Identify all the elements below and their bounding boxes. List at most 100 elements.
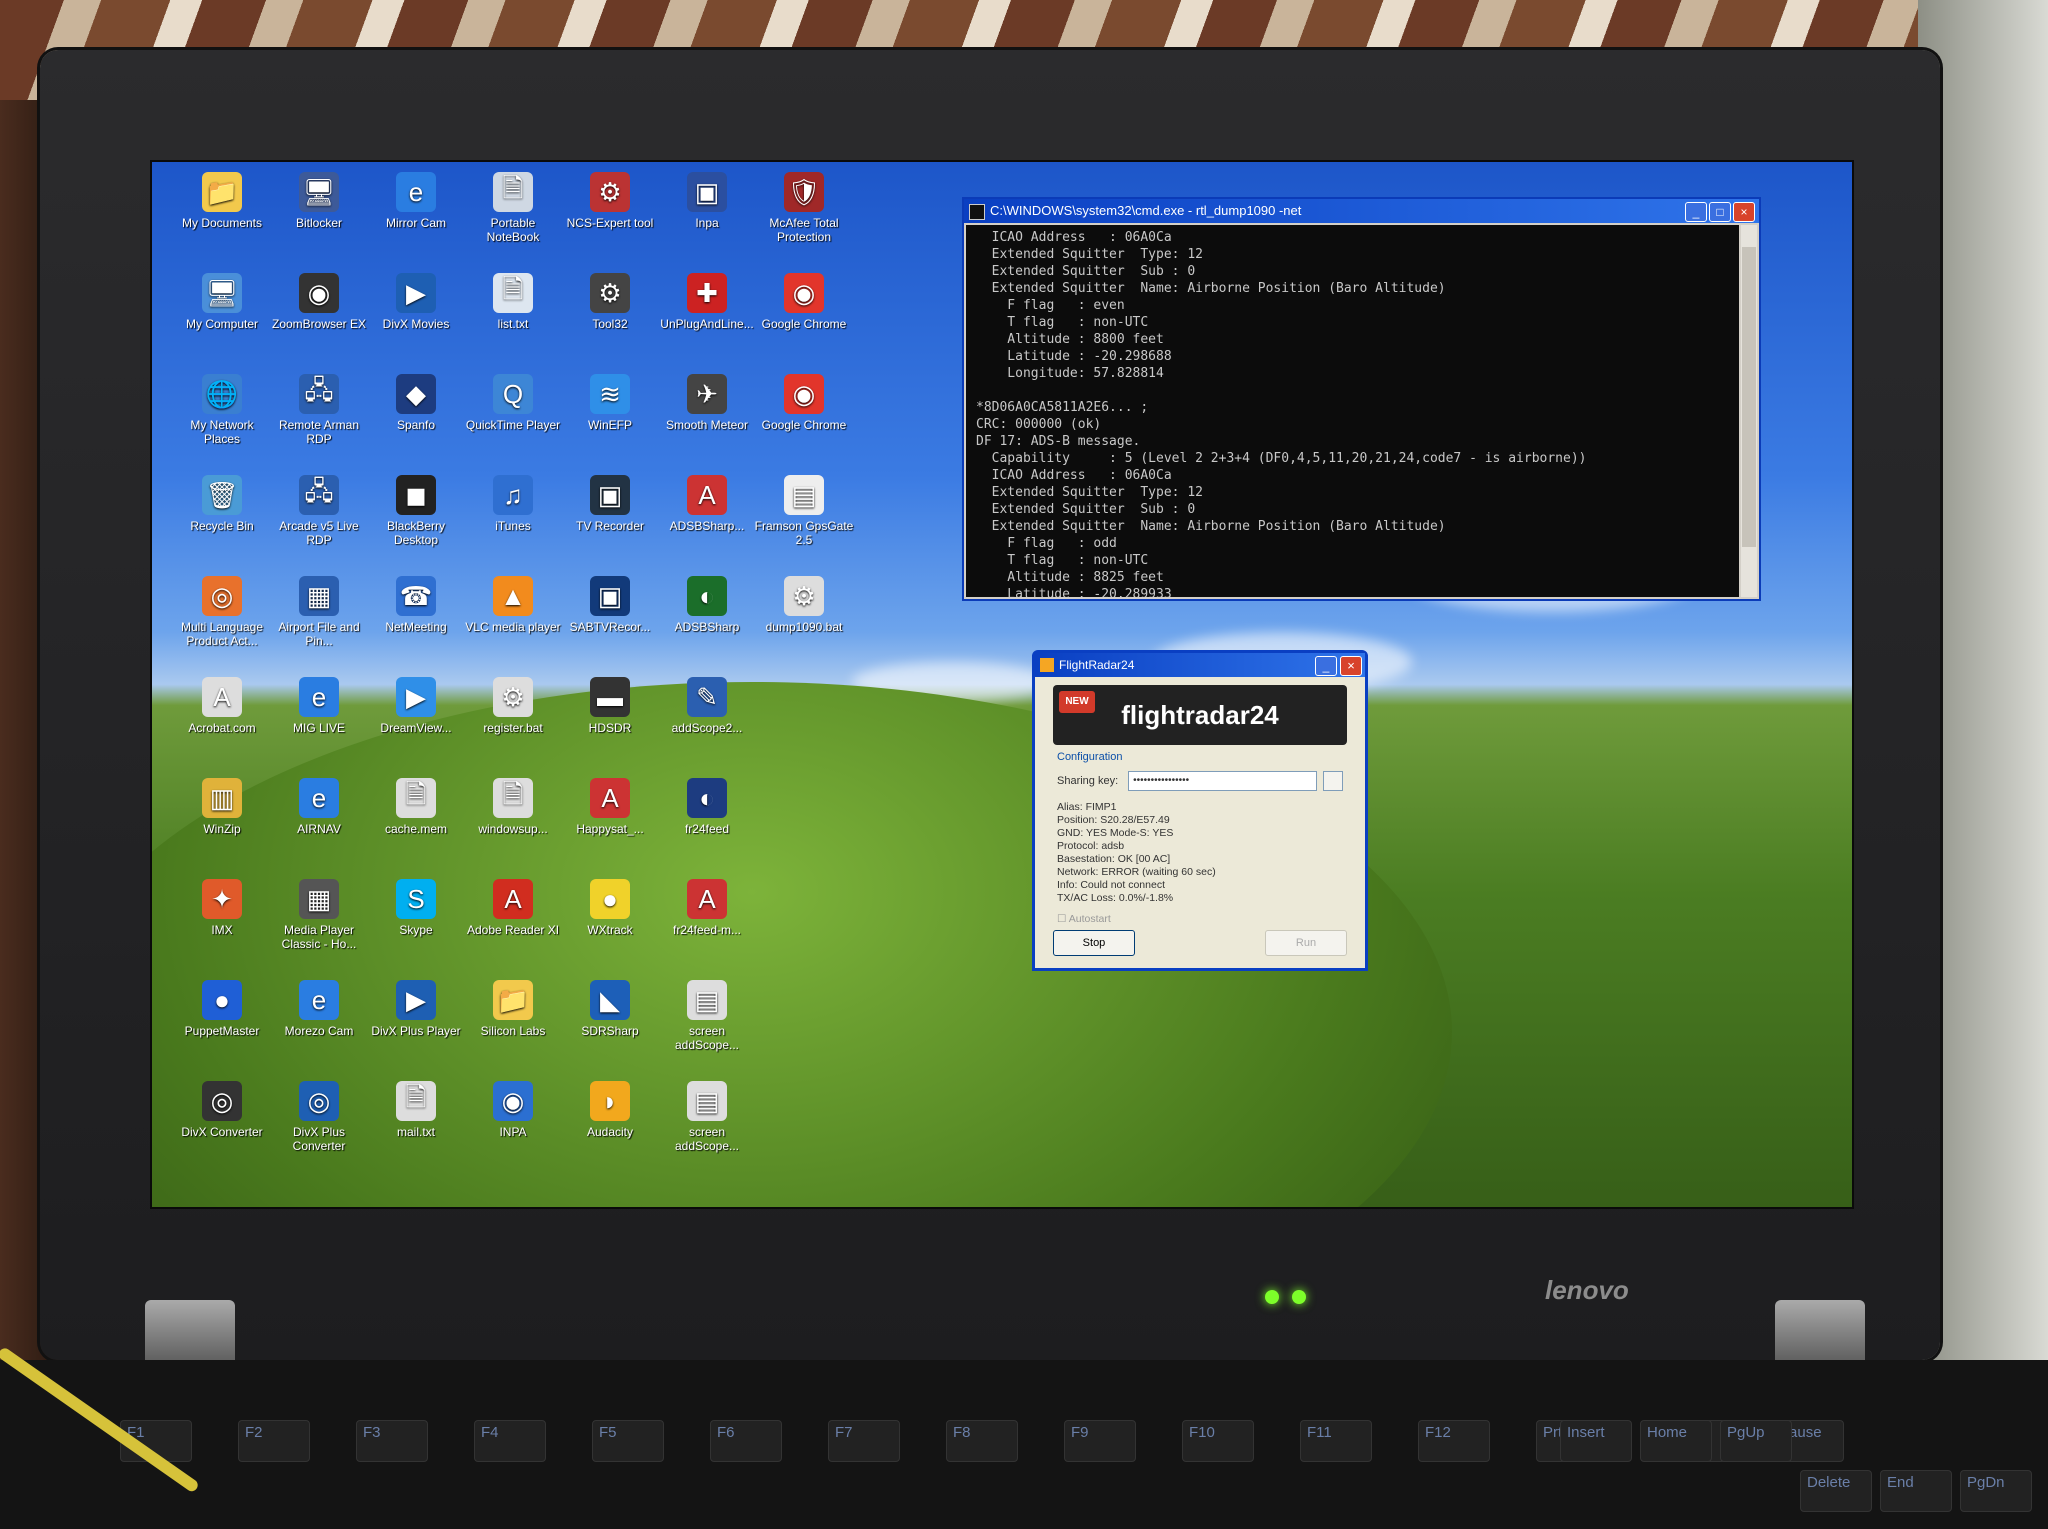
sharing-key-input[interactable]: •••••••••••••••• [1128, 771, 1317, 791]
desktop-icon[interactable]: ♫ iTunes [463, 475, 563, 533]
desktop-icon[interactable]: ▦ Airport File and Pin... [269, 576, 369, 648]
keyboard-key[interactable]: F12 [1418, 1420, 1490, 1462]
desktop-icon[interactable]: 🗎 list.txt [463, 273, 563, 331]
desktop-icon[interactable]: ◎ DivX Plus Converter [269, 1081, 369, 1153]
keyboard-key[interactable]: PgUp [1720, 1420, 1792, 1462]
desktop-icon[interactable]: ⚙ Tool32 [560, 273, 660, 331]
desktop-icon[interactable]: ✦ IMX [172, 879, 272, 937]
desktop-icon[interactable]: ◐ ADSBSharp [657, 576, 757, 634]
desktop-icon[interactable]: ▤ Framson GpsGate 2.5 [754, 475, 854, 547]
desktop-icon[interactable]: 🗑 Recycle Bin [172, 475, 272, 533]
desktop-icon[interactable]: ⚙ register.bat [463, 677, 563, 735]
desktop-icon[interactable]: 🗎 Portable NoteBook [463, 172, 563, 244]
desktop-icon[interactable]: Q QuickTime Player [463, 374, 563, 432]
desktop-icon[interactable]: ✎ addScope2... [657, 677, 757, 735]
desktop-icon[interactable]: ◣ SDRSharp [560, 980, 660, 1038]
minimize-icon[interactable]: _ [1315, 656, 1337, 676]
desktop-icon[interactable]: ▣ SABTVRecor... [560, 576, 660, 634]
desktop-icon[interactable]: ▦ Media Player Classic - Ho... [269, 879, 369, 951]
desktop-icon[interactable]: A Happysat_... [560, 778, 660, 836]
keyboard-key[interactable]: F8 [946, 1420, 1018, 1462]
desktop-icon[interactable]: ◉ ZoomBrowser EX [269, 273, 369, 331]
keyboard-key[interactable]: F4 [474, 1420, 546, 1462]
desktop-icon[interactable]: 🖧 Remote Arman RDP [269, 374, 369, 446]
console-window[interactable]: C:\WINDOWS\system32\cmd.exe - rtl_dump10… [962, 197, 1761, 601]
desktop-icon[interactable]: A ADSBSharp... [657, 475, 757, 533]
desktop-icon[interactable]: A Adobe Reader XI [463, 879, 563, 937]
desktop-icon[interactable]: ⚙ dump1090.bat [754, 576, 854, 634]
desktop-icon[interactable]: 🖥 My Computer [172, 273, 272, 331]
sharing-key-button[interactable] [1323, 771, 1343, 791]
desktop-icon[interactable]: ◉ Google Chrome [754, 273, 854, 331]
desktop-icon[interactable]: ◐ fr24feed [657, 778, 757, 836]
maximize-icon[interactable]: □ [1709, 202, 1731, 222]
desktop-icon[interactable]: 📁 Silicon Labs [463, 980, 563, 1038]
keyboard-key[interactable]: PgDn [1960, 1470, 2032, 1512]
desktop-icon[interactable]: e Morezo Cam [269, 980, 369, 1038]
close-icon[interactable]: × [1733, 202, 1755, 222]
desktop-icon[interactable]: ▣ TV Recorder [560, 475, 660, 533]
desktop-icon[interactable]: ◗ Audacity [560, 1081, 660, 1139]
desktop-icon[interactable]: 🗎 windowsup... [463, 778, 563, 836]
keyboard-key[interactable]: F9 [1064, 1420, 1136, 1462]
run-button[interactable]: Run [1265, 930, 1347, 956]
desktop-icon[interactable]: ▶ DivX Movies [366, 273, 466, 331]
configuration-link[interactable]: Configuration [1035, 749, 1365, 765]
keyboard-key[interactable]: Insert [1560, 1420, 1632, 1462]
keyboard-key[interactable]: End [1880, 1470, 1952, 1512]
minimize-icon[interactable]: _ [1685, 202, 1707, 222]
keyboard-key[interactable]: F2 [238, 1420, 310, 1462]
desktop-icon[interactable]: 🖥 Bitlocker [269, 172, 369, 230]
desktop-icon[interactable]: 🛡 McAfee Total Protection [754, 172, 854, 244]
keyboard-key[interactable]: F10 [1182, 1420, 1254, 1462]
desktop-icon[interactable]: ▣ Inpa [657, 172, 757, 230]
desktop-icon[interactable]: ▤ screen addScope... [657, 1081, 757, 1153]
keyboard-key[interactable]: F3 [356, 1420, 428, 1462]
desktop-icon[interactable]: ◎ DivX Converter [172, 1081, 272, 1139]
desktop-icon[interactable]: 📁 My Documents [172, 172, 272, 230]
desktop-icon[interactable]: ◼ BlackBerry Desktop [366, 475, 466, 547]
desktop-icon[interactable]: 🌐 My Network Places [172, 374, 272, 446]
desktop-icon[interactable]: A Acrobat.com [172, 677, 272, 735]
desktop-icon[interactable]: ✈ Smooth Meteor [657, 374, 757, 432]
keyboard-key[interactable]: F5 [592, 1420, 664, 1462]
desktop-icon[interactable]: 🗎 cache.mem [366, 778, 466, 836]
desktop-icon[interactable]: ◉ INPA [463, 1081, 563, 1139]
desktop-icon[interactable]: e AIRNAV [269, 778, 369, 836]
desktop-icon[interactable]: ▤ screen addScope... [657, 980, 757, 1052]
keyboard-key[interactable]: F6 [710, 1420, 782, 1462]
stop-button[interactable]: Stop [1053, 930, 1135, 956]
desktop-icon[interactable]: e Mirror Cam [366, 172, 466, 230]
flightradar-window[interactable]: FlightRadar24 _ × NEW flightradar24 Conf… [1032, 650, 1368, 971]
desktop-icon[interactable]: ● PuppetMaster [172, 980, 272, 1038]
desktop-icon[interactable]: Afr24feed-m... [657, 879, 757, 937]
desktop-icon[interactable]: 🗎 mail.txt [366, 1081, 466, 1139]
flightradar-titlebar[interactable]: FlightRadar24 _ × [1035, 653, 1365, 677]
console-scrollbar[interactable] [1741, 225, 1757, 597]
desktop-icon[interactable]: ◉ Google Chrome [754, 374, 854, 432]
desktop-icon[interactable]: ✚ UnPlugAndLine... [657, 273, 757, 331]
desktop-icon[interactable]: ⚙ NCS-Expert tool [560, 172, 660, 230]
desktop-icon[interactable]: S Skype [366, 879, 466, 937]
keyboard-key[interactable]: F11 [1300, 1420, 1372, 1462]
desktop-icon[interactable]: ● WXtrack [560, 879, 660, 937]
keyboard-key[interactable]: Home [1640, 1420, 1712, 1462]
desktop-icon[interactable]: ◆ Spanfo [366, 374, 466, 432]
desktop-icon[interactable]: 🖧 Arcade v5 Live RDP [269, 475, 369, 547]
console-titlebar[interactable]: C:\WINDOWS\system32\cmd.exe - rtl_dump10… [964, 199, 1759, 223]
desktop-icon[interactable]: ▶ DivX Plus Player [366, 980, 466, 1038]
keyboard-key[interactable]: Delete [1800, 1470, 1872, 1512]
scroll-thumb[interactable] [1742, 247, 1756, 547]
close-icon[interactable]: × [1340, 656, 1362, 676]
app-icon: A [493, 879, 533, 919]
desktop-icon[interactable]: ◎ Multi Language Product Act... [172, 576, 272, 648]
desktop-icon[interactable]: ▬ HDSDR [560, 677, 660, 735]
desktop-icon[interactable]: ≋ WinEFP [560, 374, 660, 432]
desktop-icon[interactable]: ▶ DreamView... [366, 677, 466, 735]
desktop-icon[interactable]: ▲ VLC media player [463, 576, 563, 634]
desktop-icon[interactable]: ☎ NetMeeting [366, 576, 466, 634]
autostart-checkbox[interactable]: ☐ Autostart [1035, 909, 1365, 929]
keyboard-key[interactable]: F7 [828, 1420, 900, 1462]
desktop-icon[interactable]: e MIG LIVE [269, 677, 369, 735]
desktop-icon[interactable]: ▥ WinZip [172, 778, 272, 836]
